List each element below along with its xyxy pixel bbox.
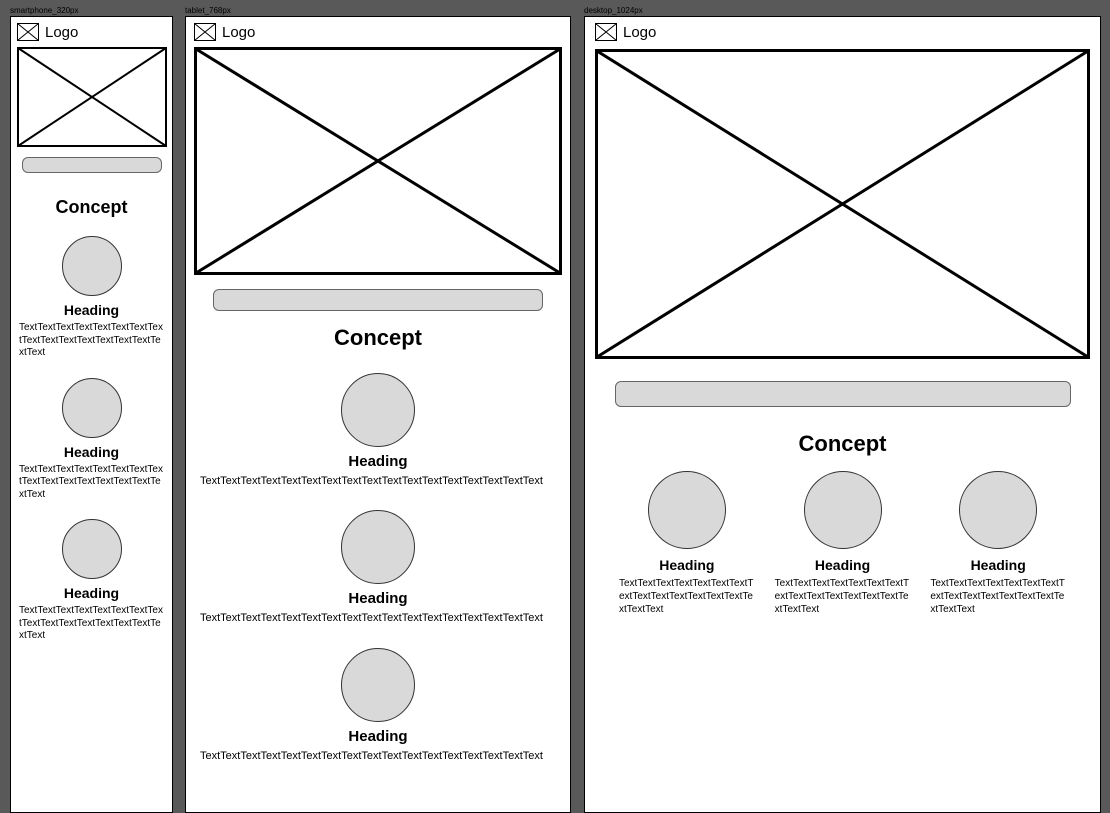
feature-block: Heading TextTextTextTextTextTextTextText… (194, 373, 562, 488)
logo-icon (17, 23, 39, 41)
feature-body-text: TextTextTextTextTextTextTextTextTextText… (775, 577, 911, 616)
feature-block: Heading TextTextTextTextTextTextTextText… (17, 378, 166, 502)
feature-heading: Heading (194, 590, 562, 607)
logo-icon (194, 23, 216, 41)
feature-circle-icon (62, 236, 122, 296)
logo-text: Logo (222, 24, 255, 41)
feature-block: Heading TextTextTextTextTextTextTextText… (775, 471, 911, 616)
frame-smartphone: Logo Concept Heading TextTextTextTextTex… (10, 16, 173, 813)
hero-image-placeholder (194, 47, 562, 275)
cta-button-placeholder[interactable] (615, 381, 1071, 407)
concept-heading: Concept (595, 431, 1090, 457)
feature-heading: Heading (17, 444, 166, 460)
feature-body-text: TextTextTextTextTextTextTextTextTextText… (619, 577, 755, 616)
feature-block: Heading TextTextTextTextTextTextTextText… (194, 648, 562, 763)
feature-heading: Heading (17, 585, 166, 601)
feature-heading: Heading (619, 557, 755, 573)
feature-heading: Heading (17, 302, 166, 318)
cta-button-placeholder[interactable] (22, 157, 162, 173)
feature-row: Heading TextTextTextTextTextTextTextText… (619, 471, 1066, 616)
frame-label-tablet: tablet_768px (185, 6, 231, 15)
frame-desktop: Logo Concept Heading TextTextTextTextTex… (584, 16, 1101, 813)
feature-circle-icon (959, 471, 1037, 549)
logo-text: Logo (623, 24, 656, 41)
hero-image-placeholder (595, 49, 1090, 359)
feature-heading: Heading (194, 453, 562, 470)
frame-label-smartphone: smartphone_320px (10, 6, 79, 15)
feature-body-text: TextTextTextTextTextTextTextTextTextText… (200, 749, 556, 763)
feature-circle-icon (62, 519, 122, 579)
feature-body-text: TextTextTextTextTextTextTextTextTextText… (19, 464, 164, 502)
feature-circle-icon (62, 378, 122, 438)
feature-circle-icon (648, 471, 726, 549)
logo-row: Logo (595, 23, 1090, 41)
concept-heading: Concept (194, 325, 562, 351)
feature-body-text: TextTextTextTextTextTextTextTextTextText… (200, 474, 556, 488)
cta-button-placeholder[interactable] (213, 289, 543, 311)
wireframe-canvas: smartphone_320px tablet_768px desktop_10… (0, 0, 1110, 813)
feature-circle-icon (341, 510, 415, 584)
feature-block: Heading TextTextTextTextTextTextTextText… (17, 519, 166, 643)
feature-body-text: TextTextTextTextTextTextTextTextTextText… (930, 577, 1066, 616)
feature-block: Heading TextTextTextTextTextTextTextText… (194, 510, 562, 625)
feature-block: Heading TextTextTextTextTextTextTextText… (930, 471, 1066, 616)
feature-block: Heading TextTextTextTextTextTextTextText… (17, 236, 166, 360)
feature-heading: Heading (194, 728, 562, 745)
feature-circle-icon (341, 648, 415, 722)
frame-label-desktop: desktop_1024px (584, 6, 643, 15)
feature-block: Heading TextTextTextTextTextTextTextText… (619, 471, 755, 616)
logo-icon (595, 23, 617, 41)
feature-heading: Heading (930, 557, 1066, 573)
frame-tablet: Logo Concept Heading TextTextTextTextTex… (185, 16, 571, 813)
logo-row: Logo (194, 23, 562, 41)
feature-heading: Heading (775, 557, 911, 573)
feature-body-text: TextTextTextTextTextTextTextTextTextText… (19, 605, 164, 643)
feature-body-text: TextTextTextTextTextTextTextTextTextText… (19, 322, 164, 360)
logo-text: Logo (45, 24, 78, 41)
feature-circle-icon (804, 471, 882, 549)
logo-row: Logo (17, 23, 166, 41)
feature-body-text: TextTextTextTextTextTextTextTextTextText… (200, 611, 556, 625)
hero-image-placeholder (17, 47, 166, 147)
feature-circle-icon (341, 373, 415, 447)
concept-heading: Concept (17, 197, 166, 218)
